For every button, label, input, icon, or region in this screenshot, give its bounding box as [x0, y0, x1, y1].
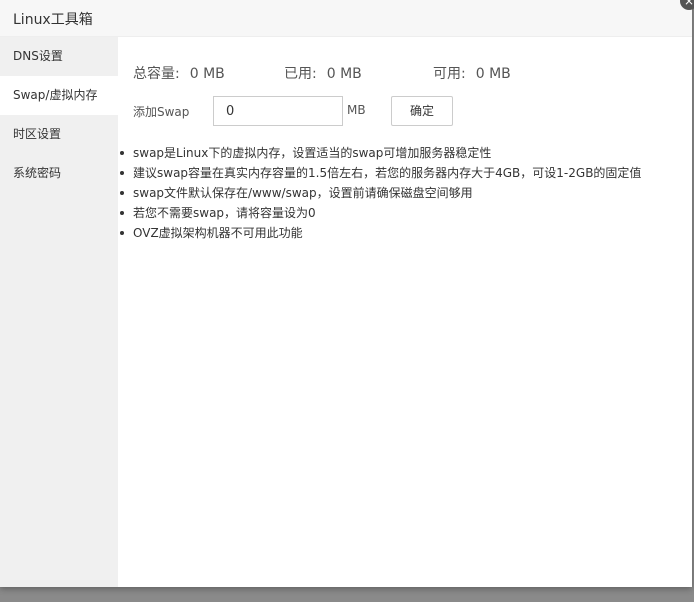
add-swap-label: 添加Swap	[133, 105, 190, 119]
total-capacity: 总容量: 0 MB	[133, 63, 225, 83]
list-item: 建议swap容量在真实内存容量的1.5倍左右，若您的服务器内存大于4GB，可设1…	[119, 163, 641, 183]
list-item: 若您不需要swap，请将容量设为0	[119, 203, 641, 223]
linux-toolbox-dialog: Linux工具箱 × DNS设置 Swap/虚拟内存 时区设置 系统密码 总容量…	[0, 0, 694, 587]
swap-panel: 总容量: 0 MB 已用: 0 MB 可用: 0 MB 添加Swap MB 确定 sw…	[118, 37, 692, 587]
confirm-button[interactable]: 确定	[391, 96, 453, 126]
used-capacity: 已用: 0 MB	[284, 63, 362, 83]
total-capacity-value: 0 MB	[189, 66, 225, 82]
dialog-title: Linux工具箱	[13, 12, 93, 28]
used-capacity-value: 0 MB	[326, 66, 362, 82]
sidebar-item-dns[interactable]: DNS设置	[0, 37, 118, 76]
total-capacity-label: 总容量:	[133, 66, 180, 82]
sidebar-item-swap[interactable]: Swap/虚拟内存	[0, 76, 118, 115]
list-item: swap文件默认保存在/www/swap，设置前请确保磁盘空间够用	[119, 183, 641, 203]
dialog-titlebar: Linux工具箱	[0, 0, 692, 37]
available-capacity-label: 可用:	[433, 66, 466, 82]
sidebar-item-timezone[interactable]: 时区设置	[0, 115, 118, 154]
add-swap-row: 添加Swap MB 确定	[133, 96, 533, 126]
available-capacity-value: 0 MB	[475, 66, 511, 82]
swap-size-input[interactable]	[213, 96, 343, 126]
list-item: OVZ虚拟架构机器不可用此功能	[119, 223, 641, 243]
available-capacity: 可用: 0 MB	[433, 63, 511, 83]
sidebar: DNS设置 Swap/虚拟内存 时区设置 系统密码	[0, 37, 118, 587]
swap-unit-label: MB	[347, 103, 366, 117]
tips-list: swap是Linux下的虚拟内存，设置适当的swap可增加服务器稳定性 建议sw…	[118, 143, 641, 243]
used-capacity-label: 已用:	[284, 66, 317, 82]
sidebar-item-password[interactable]: 系统密码	[0, 154, 118, 193]
list-item: swap是Linux下的虚拟内存，设置适当的swap可增加服务器稳定性	[119, 143, 641, 163]
